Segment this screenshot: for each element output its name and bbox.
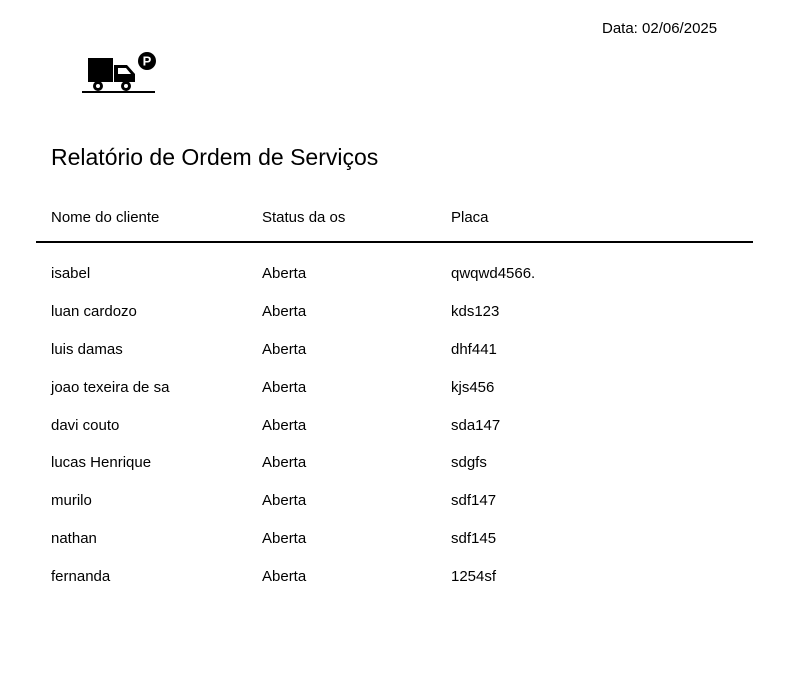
cell-placa: sdf145 xyxy=(451,530,497,548)
cell-cliente: davi couto xyxy=(51,416,120,434)
cell-placa: sdf147 xyxy=(451,492,497,510)
report-title: Relatório de Ordem de Serviços xyxy=(51,144,379,170)
cell-status: Aberta xyxy=(262,340,307,358)
table-row: lucas Henrique Aberta sdgfs xyxy=(0,454,790,492)
cell-cliente: luan cardozo xyxy=(51,302,137,320)
table-row: joao texeira de sa Aberta kjs456 xyxy=(0,379,790,417)
cell-placa: kds123 xyxy=(451,302,500,320)
column-header-placa: Placa xyxy=(451,209,489,226)
cell-status: Aberta xyxy=(262,568,307,586)
table-row: davi couto Aberta sda147 xyxy=(0,417,790,455)
cell-status: Aberta xyxy=(262,454,307,472)
table-row: isabel Aberta qwqwd4566. xyxy=(0,265,790,303)
truck-parking-icon: P xyxy=(82,52,156,93)
cell-cliente: lucas Henrique xyxy=(51,454,152,472)
cell-placa: kjs456 xyxy=(451,378,495,396)
report-date: Data: 02/06/2025 xyxy=(602,20,718,37)
cell-cliente: luis damas xyxy=(51,340,123,358)
cell-status: Aberta xyxy=(262,416,307,434)
cell-placa: sda147 xyxy=(451,416,501,434)
cell-placa: qwqwd4566. xyxy=(451,265,536,282)
cell-cliente: fernanda xyxy=(51,568,111,586)
column-header-status: Status da os xyxy=(262,209,346,226)
column-header-cliente: Nome do cliente xyxy=(51,209,160,226)
table-row: murilo Aberta sdf147 xyxy=(0,492,790,530)
cell-placa: dhf441 xyxy=(451,340,497,358)
cell-status: Aberta xyxy=(262,265,307,282)
cell-cliente: murilo xyxy=(51,492,92,510)
table-row: nathan Aberta sdf145 xyxy=(0,530,790,568)
cell-status: Aberta xyxy=(262,530,307,548)
cell-cliente: joao texeira de sa xyxy=(51,378,170,396)
cell-status: Aberta xyxy=(262,492,307,510)
table-row: luan cardozo Aberta kds123 xyxy=(0,303,790,341)
table-row: fernanda Aberta 1254sf xyxy=(0,568,790,606)
cell-placa: 1254sf xyxy=(451,568,497,586)
cell-status: Aberta xyxy=(262,302,307,320)
header-divider xyxy=(36,241,753,243)
cell-cliente: isabel xyxy=(51,265,91,282)
table-body: isabel Aberta qwqwd4566. luan cardozo Ab… xyxy=(0,265,790,606)
cell-cliente: nathan xyxy=(51,530,97,548)
parking-badge-letter: P xyxy=(143,54,152,69)
cell-status: Aberta xyxy=(262,378,307,396)
table-row: luis damas Aberta dhf441 xyxy=(0,341,790,379)
cell-placa: sdgfs xyxy=(451,454,487,472)
